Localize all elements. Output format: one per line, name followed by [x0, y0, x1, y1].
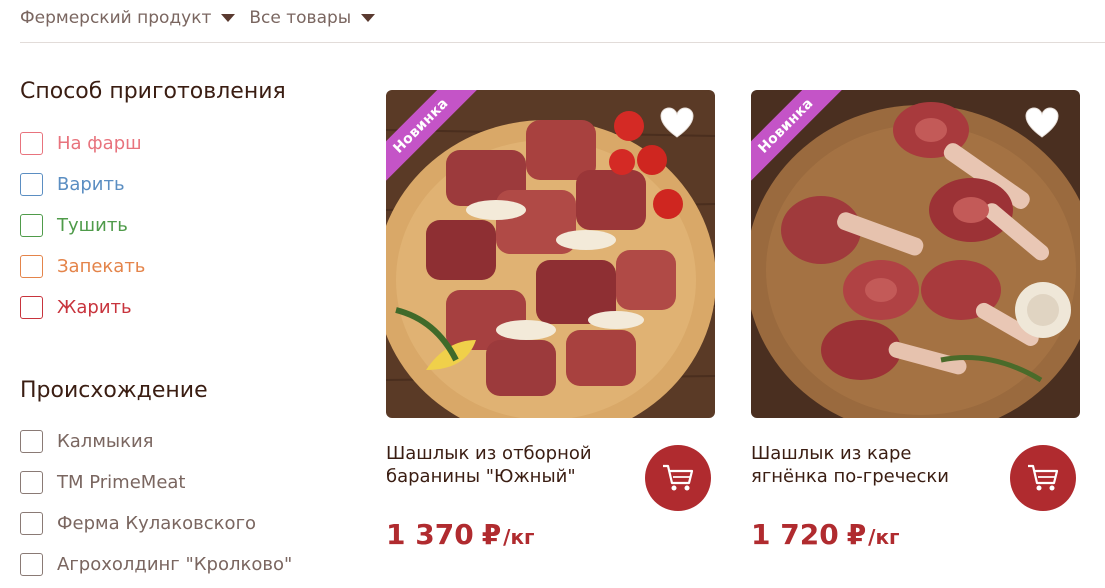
- cooking-option-fry[interactable]: Жарить: [20, 287, 145, 328]
- origin-option-label: Агрохолдинг "Кролково": [57, 554, 293, 575]
- cooking-option-label: На фарш: [57, 133, 142, 154]
- add-to-cart-button[interactable]: [1010, 445, 1076, 511]
- product-price: 1 720 ₽/кг: [751, 518, 900, 551]
- price-value: 1 370: [386, 518, 474, 551]
- cooking-option-label: Варить: [57, 174, 125, 195]
- origin-option-label: Ферма Кулаковского: [57, 513, 257, 534]
- price-unit: /кг: [868, 525, 900, 549]
- cooking-option-label: Жарить: [57, 297, 132, 318]
- checkbox[interactable]: [20, 430, 43, 453]
- price-unit: /кг: [503, 525, 535, 549]
- product-card[interactable]: Новинка Шашлык из каре ягнёнка по-гречес…: [751, 90, 1080, 551]
- origin-option[interactable]: Калмыкия: [20, 421, 292, 462]
- origin-option-label: Калмыкия: [57, 431, 154, 452]
- product-card[interactable]: Новинка Шашлык из отборной баранины "Южн…: [386, 90, 715, 551]
- divider: [20, 42, 1105, 43]
- currency: ₽: [481, 518, 502, 551]
- origin-option-label: TM PrimeMeat: [57, 472, 186, 493]
- product-name[interactable]: Шашлык из каре ягнёнка по-гречески: [751, 442, 991, 488]
- checkbox[interactable]: [20, 512, 43, 535]
- currency: ₽: [846, 518, 867, 551]
- cooking-option-bake[interactable]: Запекать: [20, 246, 145, 287]
- cooking-method-title: Способ приготовления: [20, 79, 286, 104]
- cooking-option-label: Тушить: [57, 215, 128, 236]
- price-value: 1 720: [751, 518, 839, 551]
- origin-title: Происхождение: [20, 378, 208, 403]
- origin-option[interactable]: Ферма Кулаковского: [20, 503, 292, 544]
- products-dropdown-label: Все товары: [249, 8, 352, 28]
- checkbox[interactable]: [20, 471, 43, 494]
- cart-icon: [663, 464, 694, 491]
- add-to-cart-button[interactable]: [645, 445, 711, 511]
- category-dropdown-label: Фермерский продукт: [20, 8, 212, 28]
- chevron-down-icon: [361, 14, 376, 22]
- cooking-option-boil[interactable]: Варить: [20, 164, 145, 205]
- checkbox[interactable]: [20, 553, 43, 576]
- checkbox[interactable]: [20, 214, 43, 237]
- cooking-option-label: Запекать: [57, 256, 146, 277]
- checkbox[interactable]: [20, 173, 43, 196]
- cooking-method-list: На фарш Варить Тушить Запекать Жарить: [20, 123, 145, 328]
- heart-icon[interactable]: [1024, 106, 1060, 140]
- chevron-down-icon: [221, 14, 236, 22]
- lamb-rack-photo[interactable]: Новинка: [751, 90, 1080, 418]
- cart-icon: [1028, 464, 1059, 491]
- products-dropdown[interactable]: Все товары: [249, 8, 376, 28]
- cooking-option-stew[interactable]: Тушить: [20, 205, 145, 246]
- checkbox[interactable]: [20, 296, 43, 319]
- origin-list: Калмыкия TM PrimeMeat Ферма Кулаковского…: [20, 421, 292, 585]
- checkbox[interactable]: [20, 255, 43, 278]
- heart-icon[interactable]: [659, 106, 695, 140]
- lamb-skewers-photo[interactable]: Новинка: [386, 90, 715, 418]
- product-price: 1 370 ₽/кг: [386, 518, 535, 551]
- origin-option[interactable]: TM PrimeMeat: [20, 462, 292, 503]
- origin-option[interactable]: Агрохолдинг "Кролково": [20, 544, 292, 585]
- checkbox[interactable]: [20, 132, 43, 155]
- product-name[interactable]: Шашлык из отборной баранины "Южный": [386, 442, 626, 488]
- filter-bar: Фермерский продукт Все товары: [20, 4, 376, 32]
- category-dropdown[interactable]: Фермерский продукт: [20, 8, 236, 28]
- cooking-option-mince[interactable]: На фарш: [20, 123, 145, 164]
